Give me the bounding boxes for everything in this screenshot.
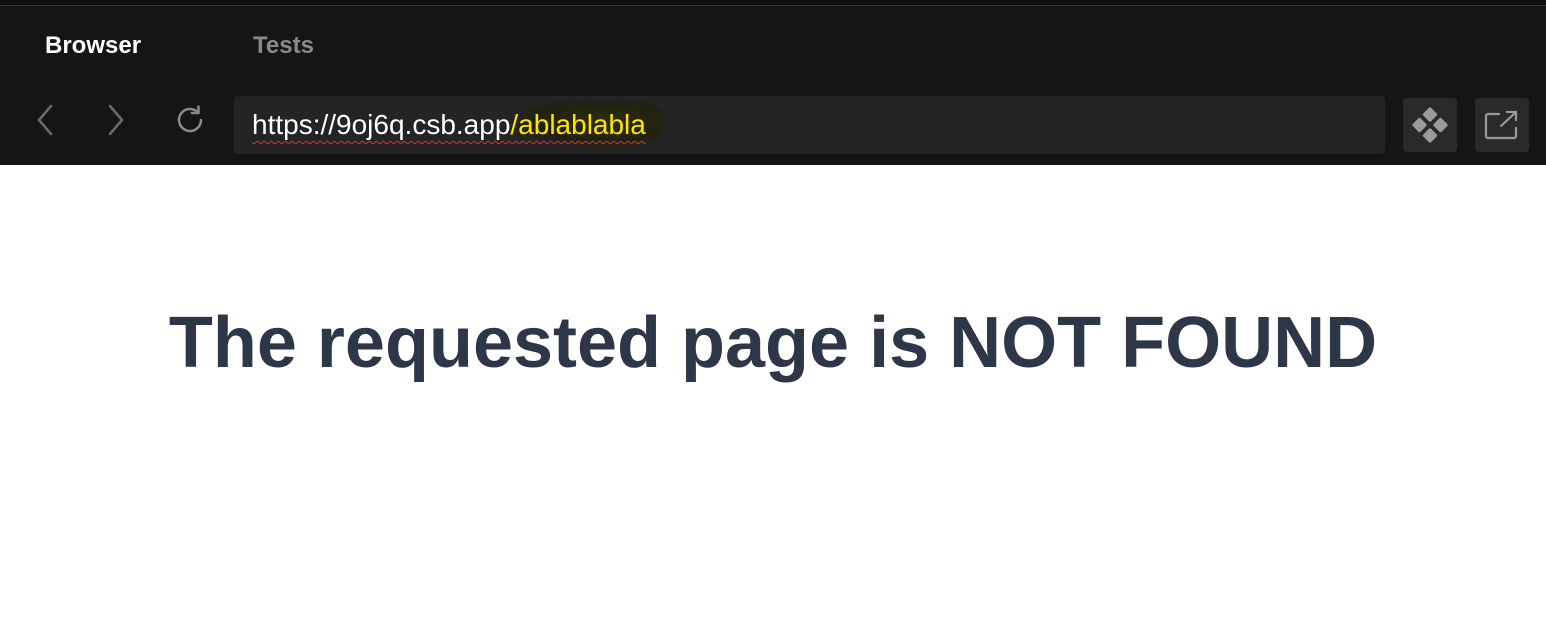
url-text[interactable]: https://9oj6q.csb.app/ablablabla bbox=[252, 101, 665, 147]
back-button[interactable] bbox=[27, 102, 63, 138]
url-host: https://9oj6q.csb.app bbox=[252, 109, 511, 140]
diamond-grid-icon bbox=[1412, 107, 1448, 143]
open-in-new-window-button[interactable] bbox=[1475, 98, 1529, 152]
refresh-icon bbox=[177, 105, 203, 133]
url-path-wrapper: /ablablabla bbox=[510, 101, 665, 147]
forward-button[interactable] bbox=[98, 102, 134, 138]
open-in-new-window-icon bbox=[1484, 110, 1518, 140]
url-path: /ablablabla bbox=[510, 109, 646, 140]
refresh-button[interactable] bbox=[172, 102, 208, 138]
chevron-right-icon bbox=[108, 104, 124, 136]
devtools-button[interactable] bbox=[1403, 98, 1457, 152]
page-heading: The requested page is NOT FOUND bbox=[168, 303, 1378, 383]
tab-browser[interactable]: Browser bbox=[45, 32, 141, 60]
address-bar[interactable]: https://9oj6q.csb.app/ablablabla bbox=[234, 96, 1385, 154]
tab-tests[interactable]: Tests bbox=[253, 32, 314, 60]
chevron-left-icon bbox=[37, 104, 53, 136]
page-content: The requested page is NOT FOUND bbox=[0, 165, 1546, 642]
